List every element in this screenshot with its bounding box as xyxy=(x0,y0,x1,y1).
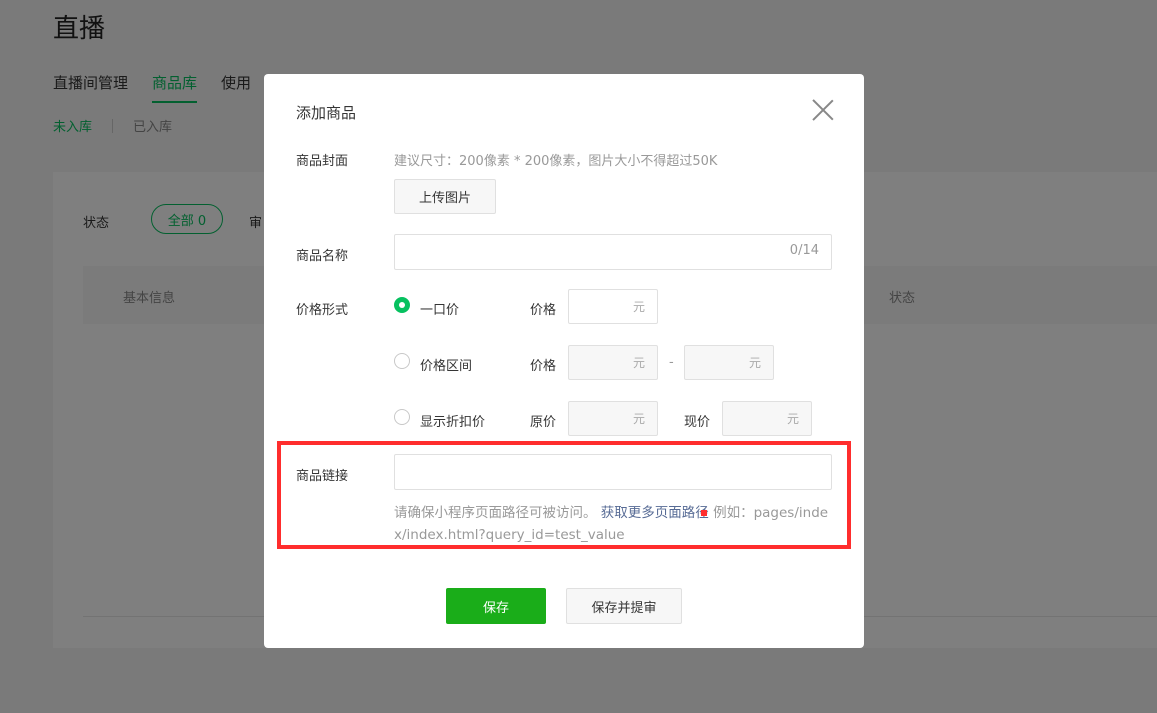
original-price-input[interactable]: 元 xyxy=(568,401,658,436)
original-price-label: 原价 xyxy=(530,415,557,430)
unit-yuan: 元 xyxy=(632,412,645,426)
current-price-input[interactable]: 元 xyxy=(722,401,812,436)
range-max-input[interactable]: 元 xyxy=(684,345,774,380)
current-price-label: 现价 xyxy=(684,415,711,430)
unit-yuan: 元 xyxy=(632,300,645,314)
fixed-price-input[interactable]: 元 xyxy=(568,289,658,324)
upload-image-button[interactable]: 上传图片 xyxy=(394,179,496,214)
radio-price-range[interactable] xyxy=(394,353,410,369)
range-dash: - xyxy=(669,355,674,370)
radio-discount-price-label: 显示折扣价 xyxy=(420,415,486,430)
unit-yuan: 元 xyxy=(748,356,761,370)
name-char-counter: 0/14 xyxy=(789,243,819,258)
dialog-title: 添加商品 xyxy=(296,104,357,122)
cover-size-hint: 建议尺寸：200像素 * 200像素，图片大小不得超过50K xyxy=(394,154,718,169)
add-product-dialog: 添加商品 商品封面 建议尺寸：200像素 * 200像素，图片大小不得超过50K… xyxy=(264,74,864,648)
close-icon[interactable] xyxy=(810,98,836,124)
radio-price-range-label: 价格区间 xyxy=(420,359,473,374)
price-type-label: 价格形式 xyxy=(296,303,349,318)
unit-yuan: 元 xyxy=(632,356,645,370)
save-and-submit-button[interactable]: 保存并提审 xyxy=(566,588,682,624)
highlight-box xyxy=(277,441,851,549)
radio-fixed-price-label: 一口价 xyxy=(420,303,460,318)
product-name-input[interactable]: 0/14 xyxy=(394,234,832,270)
cover-label: 商品封面 xyxy=(296,154,349,169)
range-min-input[interactable]: 元 xyxy=(568,345,658,380)
unit-yuan: 元 xyxy=(786,412,799,426)
radio-fixed-price[interactable] xyxy=(394,297,410,313)
product-name-label: 商品名称 xyxy=(296,249,349,264)
radio-discount-price[interactable] xyxy=(394,409,410,425)
price-label-range: 价格 xyxy=(530,359,557,374)
save-button[interactable]: 保存 xyxy=(446,588,546,624)
price-label-fixed: 价格 xyxy=(530,303,557,318)
